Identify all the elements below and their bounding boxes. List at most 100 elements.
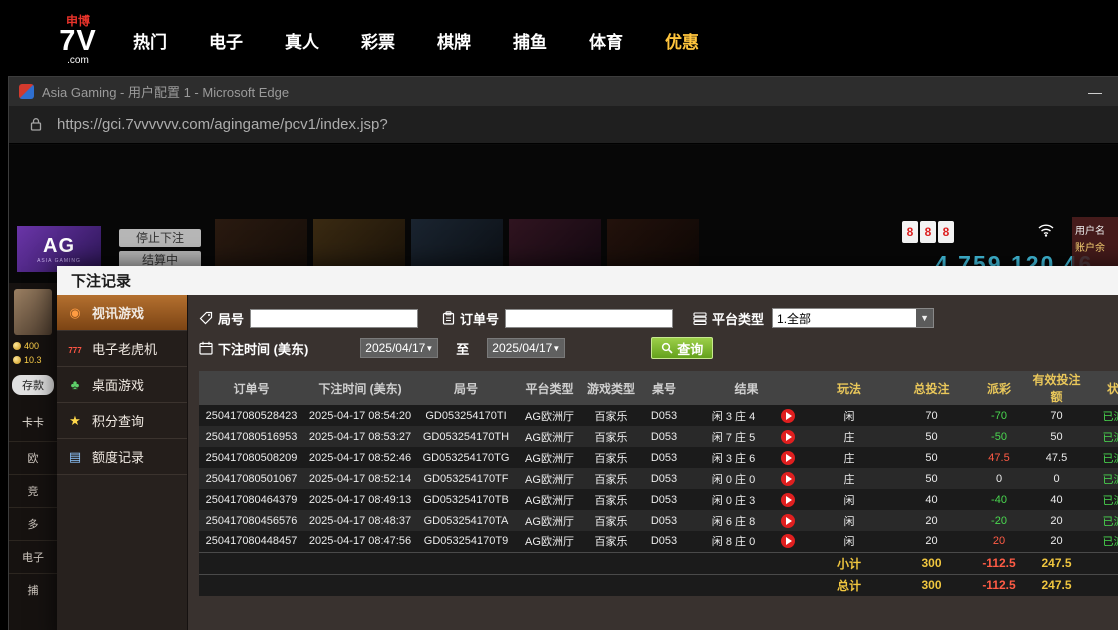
cell-round-no: GD053254170TH — [416, 426, 516, 447]
sidebar-item[interactable]: 竞 — [9, 474, 57, 507]
modal-menu-item[interactable]: 电子老虎机 — [57, 331, 187, 367]
bet-time-label-group: 下注时间 (美东) — [199, 339, 308, 358]
filter-row-1: 局号 订单号 平台类型 — [199, 305, 1118, 331]
date-from-picker[interactable]: 2025/04/17 ▼ — [360, 338, 438, 358]
order-no-label: 订单号 — [460, 309, 499, 328]
table-row: 250417080464379 2025-04-17 08:49:13 GD05… — [199, 489, 1118, 510]
sidebar-item[interactable]: 卡卡 — [9, 409, 57, 435]
nav-item[interactable]: 彩票 — [361, 28, 395, 53]
subtotal-row: 小计 300 -112.5 247.5 — [199, 552, 1118, 574]
nav-item[interactable]: 体育 — [589, 28, 623, 53]
sidebar-items: 存款 卡卡 欧 竞 多 电子 捕 — [9, 375, 57, 606]
cell-status: 已派彩 — [1084, 489, 1118, 510]
sidebar-item-label: 多 — [28, 516, 39, 532]
modal-menu-item[interactable]: 额度记录 — [57, 439, 187, 475]
play-video-button[interactable] — [781, 409, 795, 423]
dropdown-arrow-icon: ▼ — [425, 344, 433, 353]
playing-card: 8 — [920, 221, 936, 243]
logo-line2: 7V — [45, 27, 111, 56]
lobby-buttons: 停止下注 结算中 — [119, 229, 201, 269]
url-text[interactable]: https://gci.7vvvvvv.com/agingame/pcv1/in… — [57, 116, 388, 133]
cell-table-no: D053 — [639, 489, 689, 510]
cell-status: 已派彩 — [1084, 405, 1118, 426]
date-to-picker[interactable]: 2025/04/17 ▼ — [487, 338, 565, 358]
subtotal-valid-bet: 247.5 — [1029, 552, 1084, 574]
result-text: 闲 7 庄 5 — [712, 432, 755, 444]
column-header: 下注时间 (美东) — [304, 371, 416, 405]
cell-total-bet: 50 — [894, 426, 969, 447]
column-header: 派彩 — [969, 371, 1029, 405]
nav-item[interactable]: 优惠 — [665, 28, 699, 53]
cell-game-type: 百家乐 — [583, 489, 639, 510]
date-from-value: 2025/04/17 — [365, 341, 425, 355]
cell-round-no: GD053254170TA — [416, 510, 516, 531]
cell-valid-bet: 0 — [1029, 468, 1084, 489]
cell-bet-time: 2025-04-17 08:52:46 — [304, 447, 416, 468]
avatar[interactable] — [14, 289, 52, 335]
select-arrow-icon[interactable]: ▼ — [916, 309, 933, 327]
modal-menu-item[interactable]: 视讯游戏 — [57, 295, 187, 331]
play-video-button[interactable] — [781, 451, 795, 465]
sidebar-item[interactable]: 欧 — [9, 441, 57, 474]
nav-item[interactable]: 热门 — [133, 28, 167, 53]
round-no-input[interactable] — [250, 309, 418, 328]
play-video-button[interactable] — [781, 514, 795, 528]
cell-total-bet: 40 — [894, 489, 969, 510]
modal-menu-item[interactable]: 桌面游戏 — [57, 367, 187, 403]
minimize-button[interactable]: — — [1082, 84, 1108, 100]
table-row: 250417080508209 2025-04-17 08:52:46 GD05… — [199, 447, 1118, 468]
cell-round-no: GD053254170T9 — [416, 531, 516, 552]
result-text: 闲 3 庄 4 — [712, 411, 755, 423]
total-row: 总计 300 -112.5 247.5 — [199, 574, 1118, 596]
order-no-input[interactable] — [505, 309, 673, 328]
cell-bet-time: 2025-04-17 08:54:20 — [304, 405, 416, 426]
address-bar[interactable]: https://gci.7vvvvvv.com/agingame/pcv1/in… — [9, 106, 1118, 144]
lock-icon[interactable] — [29, 117, 43, 132]
cell-result: 闲 0 庄 0 — [689, 468, 804, 489]
play-video-button[interactable] — [781, 493, 795, 507]
sidebar-item-label: 欧 — [28, 450, 39, 466]
sidebar-item[interactable]: 存款 — [12, 375, 54, 395]
cell-platform: AG欧洲厅 — [516, 447, 583, 468]
sidebar-item[interactable]: 捕 — [9, 573, 57, 606]
sidebar-item-label: 存款 — [22, 377, 44, 393]
cell-order-no: 250417080501067 — [199, 468, 304, 489]
sidebar-item[interactable]: 多 — [9, 507, 57, 540]
result-text: 闲 8 庄 0 — [712, 536, 755, 548]
stop-betting-button[interactable]: 停止下注 — [119, 229, 201, 247]
balance-label: 账户余 — [1075, 240, 1115, 257]
cell-valid-bet: 20 — [1029, 531, 1084, 552]
play-video-button[interactable] — [781, 430, 795, 444]
search-button[interactable]: 查询 — [651, 337, 713, 359]
cell-payout: 20 — [969, 531, 1029, 552]
cell-round-no: GD053254170TG — [416, 447, 516, 468]
cell-payout: -70 — [969, 405, 1029, 426]
menu-item-icon — [65, 341, 85, 356]
menu-item-icon — [65, 377, 85, 392]
date-to-value: 2025/04/17 — [492, 341, 552, 355]
play-video-button[interactable] — [781, 472, 795, 486]
nav-item[interactable]: 捕鱼 — [513, 28, 547, 53]
platform-type-select[interactable]: 1.全部 ▼ — [772, 308, 934, 328]
result-text: 闲 0 庄 3 — [712, 495, 755, 507]
nav-item[interactable]: 电子 — [209, 28, 243, 53]
play-video-button[interactable] — [781, 534, 795, 548]
cell-play-type: 庄 — [804, 447, 894, 468]
nav-item[interactable]: 真人 — [285, 28, 319, 53]
cell-total-bet: 20 — [894, 531, 969, 552]
cell-table-no: D053 — [639, 426, 689, 447]
cell-status: 已派彩 — [1084, 531, 1118, 552]
platform-type-label-group: 平台类型 — [693, 309, 764, 328]
cell-game-type: 百家乐 — [583, 510, 639, 531]
cell-total-bet: 70 — [894, 405, 969, 426]
sidebar-item[interactable]: 电子 — [9, 540, 57, 573]
cell-bet-time: 2025-04-17 08:53:27 — [304, 426, 416, 447]
nav-item[interactable]: 棋牌 — [437, 28, 471, 53]
platform-icon — [693, 312, 707, 325]
sidebar-item-label: 卡卡 — [22, 414, 44, 430]
modal-menu-item[interactable]: 积分查询 — [57, 403, 187, 439]
coin-balance: 10.3 — [9, 353, 57, 367]
menu-item-label: 积分查询 — [92, 411, 144, 430]
screen: 申博 7V .com 热门 电子 真人 彩票 棋牌 捕鱼 体育 优惠 Asia … — [0, 0, 1118, 630]
cell-order-no: 250417080464379 — [199, 489, 304, 510]
